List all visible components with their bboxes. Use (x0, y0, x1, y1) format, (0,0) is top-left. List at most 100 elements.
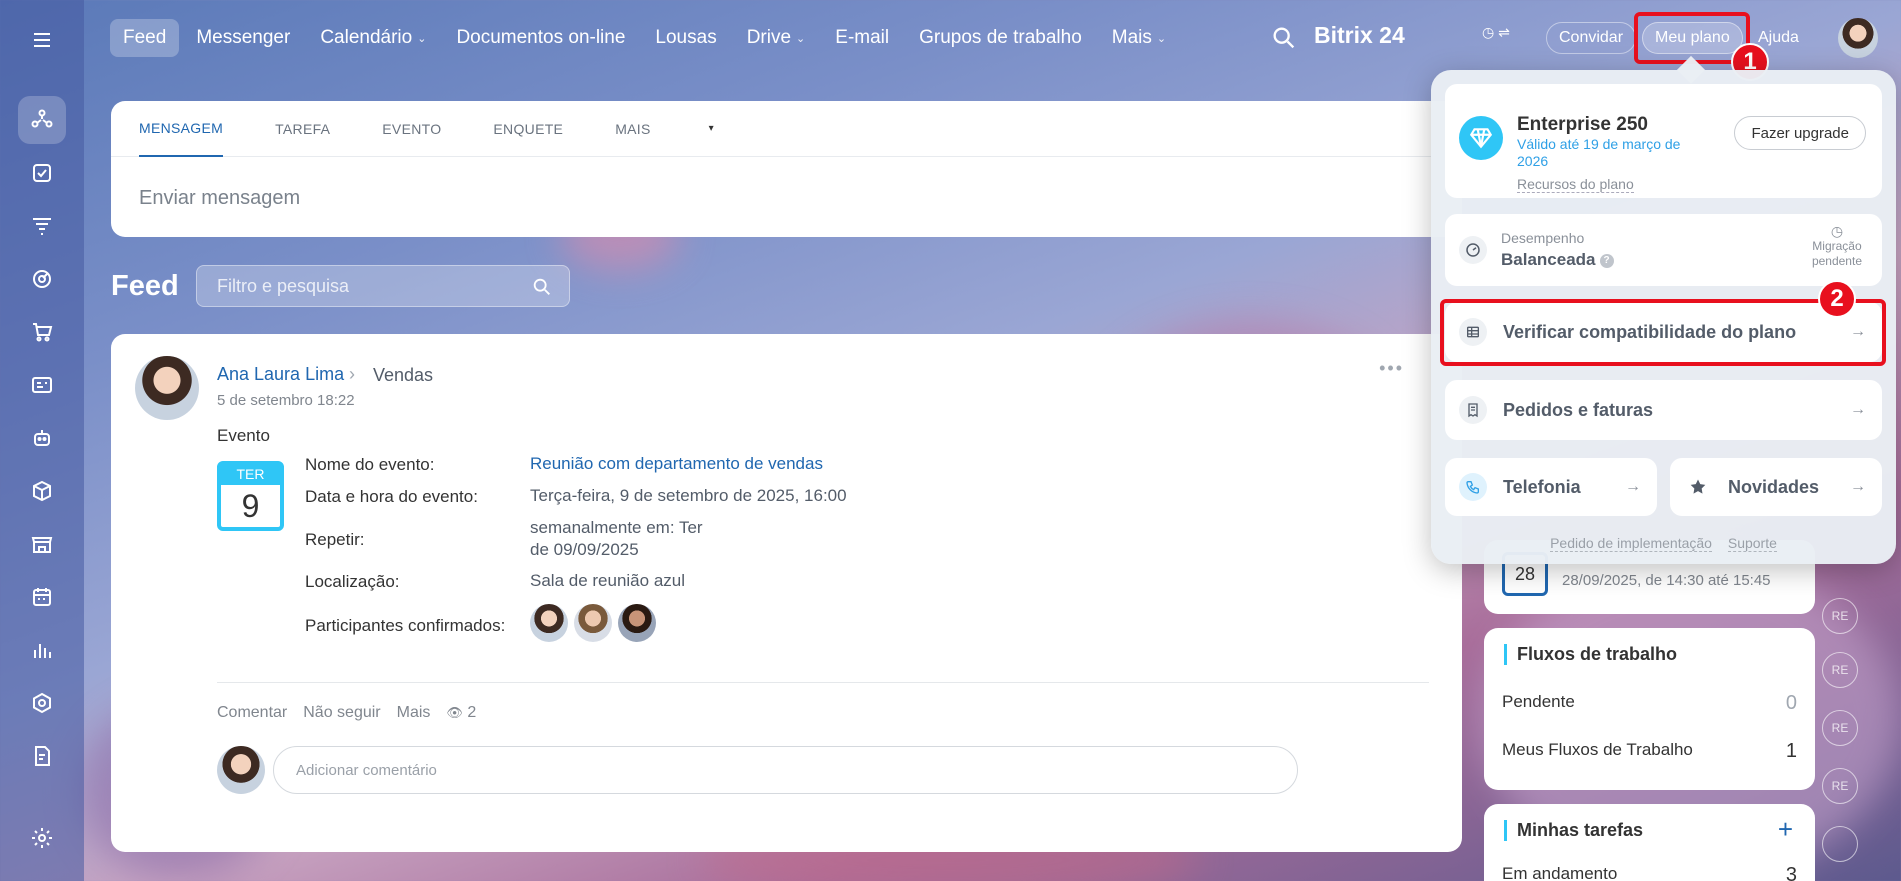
post-author[interactable]: Ana Laura Lima (217, 364, 344, 385)
add-comment-input[interactable]: Adicionar comentário (273, 746, 1298, 794)
composer-tabs: MENSAGEM TAREFA EVENTO ENQUETE MAIS ▾ (111, 101, 1462, 157)
side-circle-avatar[interactable]: RE (1822, 710, 1858, 746)
event-name-label: Nome do evento: (305, 455, 435, 474)
settings-gear-icon[interactable] (18, 814, 66, 862)
performance-card[interactable]: Desempenho Balanceada? ◷ Migração penden… (1445, 214, 1882, 286)
plan-card: Enterprise 250 Válido até 19 de março de… (1445, 84, 1882, 198)
my-avatar (217, 746, 265, 794)
post-date[interactable]: 5 de setembro 18:22 (217, 392, 355, 409)
search-icon[interactable] (1270, 24, 1298, 52)
orders-invoices-item[interactable]: Pedidos e faturas → (1445, 380, 1882, 440)
post-group[interactable]: Vendas (373, 365, 433, 386)
composer-tab-0[interactable]: MENSAGEM (139, 101, 224, 157)
box-icon[interactable] (18, 467, 66, 515)
cart-icon[interactable] (18, 308, 66, 356)
brand-clock-settings-icon[interactable]: ◷ ⇌ (1482, 24, 1510, 41)
participants-label: Participantes confirmados: (305, 616, 506, 635)
message-input[interactable]: Enviar mensagem (111, 157, 1462, 240)
side-circle-avatar[interactable] (1822, 826, 1858, 862)
news-item[interactable]: Novidades → (1670, 458, 1882, 516)
author-avatar[interactable] (135, 356, 199, 420)
nav-item-3[interactable]: Documentos on-line (443, 19, 638, 57)
robot-icon[interactable] (18, 414, 66, 462)
hexagon-icon[interactable] (18, 679, 66, 727)
search-icon[interactable] (531, 276, 553, 298)
left-sidebar (0, 0, 84, 881)
invite-button[interactable]: Convidar (1546, 22, 1637, 54)
star-icon (1684, 473, 1712, 501)
nav-item-label: Feed (123, 27, 167, 48)
nav-item-2[interactable]: Calendário ⌄ (307, 19, 439, 57)
target-icon[interactable] (18, 255, 66, 303)
nav-item-6[interactable]: E-mail (822, 19, 902, 57)
clock-icon: ◷ (1830, 223, 1844, 239)
calendar-date-icon: TER 9 (217, 461, 284, 531)
main-nav: Feed Messenger Calendário ⌄ Documentos on-li… (110, 19, 1183, 57)
receipt-icon (1459, 396, 1487, 424)
migration-label-1: Migração (1812, 239, 1862, 253)
side-circle-avatar[interactable]: RE (1822, 768, 1858, 804)
my-workflows-row[interactable]: Meus Fluxos de Trabalho 1 (1502, 740, 1797, 763)
more-link[interactable]: Mais (397, 704, 431, 722)
nav-item-8[interactable]: Mais ⌄ (1099, 19, 1179, 57)
telephony-item[interactable]: Telefonia → (1445, 458, 1657, 516)
my-workflows-count: 1 (1785, 740, 1797, 762)
composer-tab-1[interactable]: TAREFA (275, 101, 330, 157)
popup-footer: Pedido de implementação Suporte (1431, 535, 1896, 552)
workflows-pending-row[interactable]: Pendente 0 (1502, 692, 1797, 715)
composer-tab-4[interactable]: MAIS (615, 101, 650, 157)
nav-item-4[interactable]: Lousas (642, 19, 729, 57)
feed-post: Ana Laura Lima › Vendas 5 de setembro 18… (111, 334, 1462, 852)
participant-avatar[interactable] (618, 604, 656, 642)
document-sign-icon[interactable] (18, 732, 66, 780)
views-counter: 👁 2 (446, 704, 476, 722)
composer-tab-2[interactable]: EVENTO (382, 101, 441, 157)
feed-icon[interactable] (18, 96, 66, 144)
tasks-icon[interactable] (18, 149, 66, 197)
plan-resources-link[interactable]: Recursos do plano (1517, 176, 1634, 193)
side-circle-avatar[interactable]: RE (1822, 652, 1858, 688)
add-task-icon[interactable]: + (1778, 814, 1793, 845)
nav-item-label: Mais (1111, 27, 1152, 48)
comment-link[interactable]: Comentar (217, 704, 287, 722)
help-question-icon[interactable]: ? (1599, 253, 1614, 268)
user-avatar[interactable] (1838, 18, 1878, 58)
nav-item-label: Documentos on-line (456, 27, 626, 48)
event-repeat-value-2: de 09/09/2025 (530, 540, 639, 559)
participant-avatar[interactable] (574, 604, 612, 642)
side-circle-avatar[interactable]: RE (1822, 598, 1858, 634)
event-repeat-label: Repetir: (305, 530, 365, 549)
tasks-ongoing-row[interactable]: Em andamento 3 (1502, 864, 1797, 881)
feed-search-input[interactable]: Filtro e pesquisa (196, 265, 570, 307)
nav-item-label: Calendário (320, 27, 413, 48)
store-icon[interactable] (18, 520, 66, 568)
participant-avatar[interactable] (530, 604, 568, 642)
analytics-icon[interactable] (18, 626, 66, 674)
nav-item-label: Grupos de trabalho (919, 27, 1082, 48)
nav-item-label: Lousas (655, 27, 717, 48)
tasks-ongoing-label: Em andamento (1502, 864, 1618, 881)
nav-item-0[interactable]: Feed (110, 19, 180, 57)
crm-funnel-icon[interactable] (18, 202, 66, 250)
brand-logo[interactable]: Bitrix 24 (1314, 22, 1405, 49)
telephony-label: Telefonia (1503, 476, 1581, 497)
performance-value-row: Balanceada? (1501, 250, 1614, 270)
caret-down-icon: ▾ (708, 123, 714, 134)
implementation-request-link[interactable]: Pedido de implementação (1550, 535, 1712, 552)
menu-icon[interactable] (18, 16, 66, 64)
unfollow-link[interactable]: Não seguir (303, 704, 380, 722)
contact-card-icon[interactable] (18, 361, 66, 409)
nav-item-1[interactable]: Messenger (183, 19, 303, 57)
nav-item-7[interactable]: Grupos de trabalho (906, 19, 1095, 57)
event-datetime-label: Data e hora do evento: (305, 487, 478, 506)
arrow-right-icon: → (1625, 478, 1641, 495)
calendar-grid-icon[interactable] (18, 573, 66, 621)
more-options-icon[interactable]: ••• (1379, 358, 1404, 379)
upgrade-button[interactable]: Fazer upgrade (1734, 116, 1866, 150)
workflows-pending-label: Pendente (1502, 692, 1575, 711)
nav-item-5[interactable]: Drive ⌄ (734, 19, 819, 57)
event-name-value[interactable]: Reunião com departamento de vendas (530, 453, 823, 475)
composer-tab-3[interactable]: ENQUETE (493, 101, 563, 157)
event-location-label: Localização: (305, 572, 400, 591)
support-link[interactable]: Suporte (1727, 535, 1777, 552)
